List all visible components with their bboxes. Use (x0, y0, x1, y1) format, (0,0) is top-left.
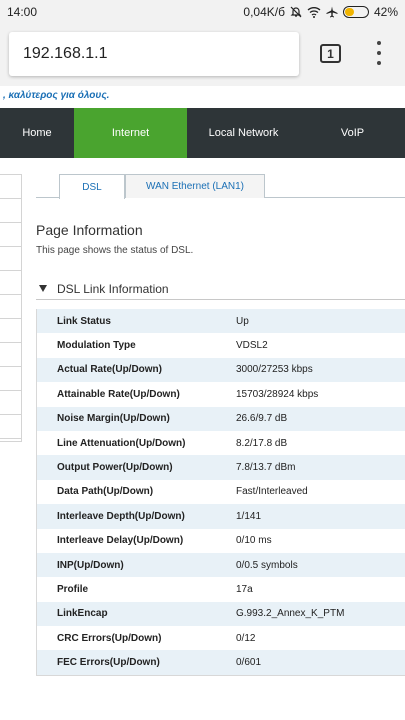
table-row: Line Attenuation(Up/Down) 8.2/17.8 dB (37, 430, 405, 456)
table-row: Actual Rate(Up/Down) 3000/27253 kbps (37, 357, 405, 383)
sidebar-item[interactable] (0, 319, 21, 343)
row-label: Interleave Delay(Up/Down) (57, 535, 184, 547)
row-value: Fast/Interleaved (236, 486, 308, 498)
table-row: Interleave Delay(Up/Down) 0/10 ms (37, 528, 405, 553)
sidebar-item[interactable] (0, 199, 21, 223)
more-menu-icon[interactable] (372, 41, 386, 65)
wifi-icon (307, 7, 321, 18)
table-row: Modulation Type VDSL2 (37, 333, 405, 358)
row-value: 0/601 (236, 657, 262, 669)
row-label: CRC Errors(Up/Down) (57, 632, 162, 644)
battery-percent: 42% (373, 5, 398, 19)
row-value: 0/0.5 symbols (236, 559, 298, 571)
row-value: 15703/28924 kbps (236, 388, 319, 400)
section-title: DSL Link Information (57, 281, 169, 296)
collapse-triangle-icon[interactable] (39, 285, 47, 292)
row-label: Profile (57, 583, 89, 595)
row-value: 3000/27253 kbps (236, 364, 313, 376)
row-label: Data Path(Up/Down) (57, 486, 154, 498)
status-time: 14:00 (7, 5, 38, 19)
row-value: Up (236, 315, 249, 327)
status-bar: 14:00 0,04K/б 42% (0, 0, 405, 24)
row-value: 0/12 (236, 632, 256, 644)
row-value: G.993.2_Annex_K_PTM (236, 608, 345, 620)
row-value: 8.2/17.8 dB (236, 437, 288, 449)
tab-switcher-button[interactable]: 1 (320, 44, 341, 63)
nav-item-local-network[interactable]: Local Network (187, 108, 300, 158)
page-description: This page shows the status of DSL. (36, 245, 194, 256)
bell-off-icon (290, 6, 302, 18)
row-label: Noise Margin(Up/Down) (57, 413, 170, 425)
nav-item-voip[interactable]: VoIP (300, 108, 405, 158)
table-row: LinkEncap G.993.2_Annex_K_PTM (37, 601, 405, 627)
row-value: 1/141 (236, 510, 262, 522)
sub-tabs: DSL WAN Ethernet (LAN1) (36, 174, 405, 199)
table-row: Attainable Rate(Up/Down) 15703/28924 kbps (37, 382, 405, 407)
tab-dsl[interactable]: DSL (59, 174, 125, 199)
dsl-info-table: Link Status Up Modulation Type VDSL2 Actual … (36, 309, 405, 676)
sidebar-item[interactable] (0, 367, 21, 391)
sidebar-item[interactable] (0, 271, 21, 295)
row-label: Attainable Rate(Up/Down) (57, 388, 180, 400)
slogan-text: , καλύτερος για όλους. (3, 90, 110, 101)
row-label: INP(Up/Down) (57, 559, 124, 571)
table-row: Link Status Up (37, 309, 405, 334)
sidebar-item[interactable] (0, 415, 21, 439)
row-label: Modulation Type (57, 340, 136, 352)
tab-count: 1 (327, 46, 334, 61)
status-icons: 0,04K/б 42% (243, 5, 398, 19)
table-row: Output Power(Up/Down) 7.8/13.7 dBm (37, 455, 405, 480)
row-value: 17a (236, 583, 253, 595)
table-row: INP(Up/Down) 0/0.5 symbols (37, 552, 405, 578)
sidebar-item[interactable] (0, 247, 21, 271)
row-label: FEC Errors(Up/Down) (57, 657, 160, 669)
table-row: Data Path(Up/Down) Fast/Interleaved (37, 479, 405, 505)
row-value: 26.6/9.7 dB (236, 413, 288, 425)
nav-item-home[interactable]: Home (0, 108, 74, 158)
sidebar-item[interactable] (0, 391, 21, 415)
row-label: Interleave Depth(Up/Down) (57, 510, 185, 522)
row-value: 7.8/13.7 dBm (236, 462, 296, 474)
dsl-section-header[interactable]: DSL Link Information (36, 278, 405, 300)
network-speed: 0,04K/б (243, 5, 285, 19)
airplane-mode-icon (326, 6, 338, 18)
sidebar-item[interactable] (0, 175, 21, 199)
row-label: Line Attenuation(Up/Down) (57, 437, 186, 449)
sidebar-item[interactable] (0, 295, 21, 319)
row-value: VDSL2 (236, 340, 268, 352)
browser-toolbar: 192.168.1.1 1 (0, 24, 405, 86)
nav-item-internet[interactable]: Internet (74, 108, 187, 158)
url-text: 192.168.1.1 (23, 45, 108, 62)
row-value: 0/10 ms (236, 535, 272, 547)
table-row: FEC Errors(Up/Down) 0/601 (37, 650, 405, 675)
left-sidebar (0, 174, 22, 442)
page-title: Page Information (36, 222, 143, 238)
row-label: Output Power(Up/Down) (57, 462, 173, 474)
table-row: Profile 17a (37, 577, 405, 602)
row-label: Actual Rate(Up/Down) (57, 364, 162, 376)
sidebar-item[interactable] (0, 343, 21, 367)
table-row: Interleave Depth(Up/Down) 1/141 (37, 504, 405, 529)
battery-icon (342, 6, 369, 18)
main-nav: Home Internet Local Network VoIP (0, 108, 405, 158)
address-bar[interactable]: 192.168.1.1 (9, 32, 299, 76)
table-row: CRC Errors(Up/Down) 0/12 (37, 626, 405, 651)
sidebar-item[interactable] (0, 223, 21, 247)
tab-wan-ethernet[interactable]: WAN Ethernet (LAN1) (125, 174, 265, 198)
row-label: Link Status (57, 315, 111, 327)
row-label: LinkEncap (57, 608, 108, 620)
table-row: Noise Margin(Up/Down) 26.6/9.7 dB (37, 406, 405, 431)
